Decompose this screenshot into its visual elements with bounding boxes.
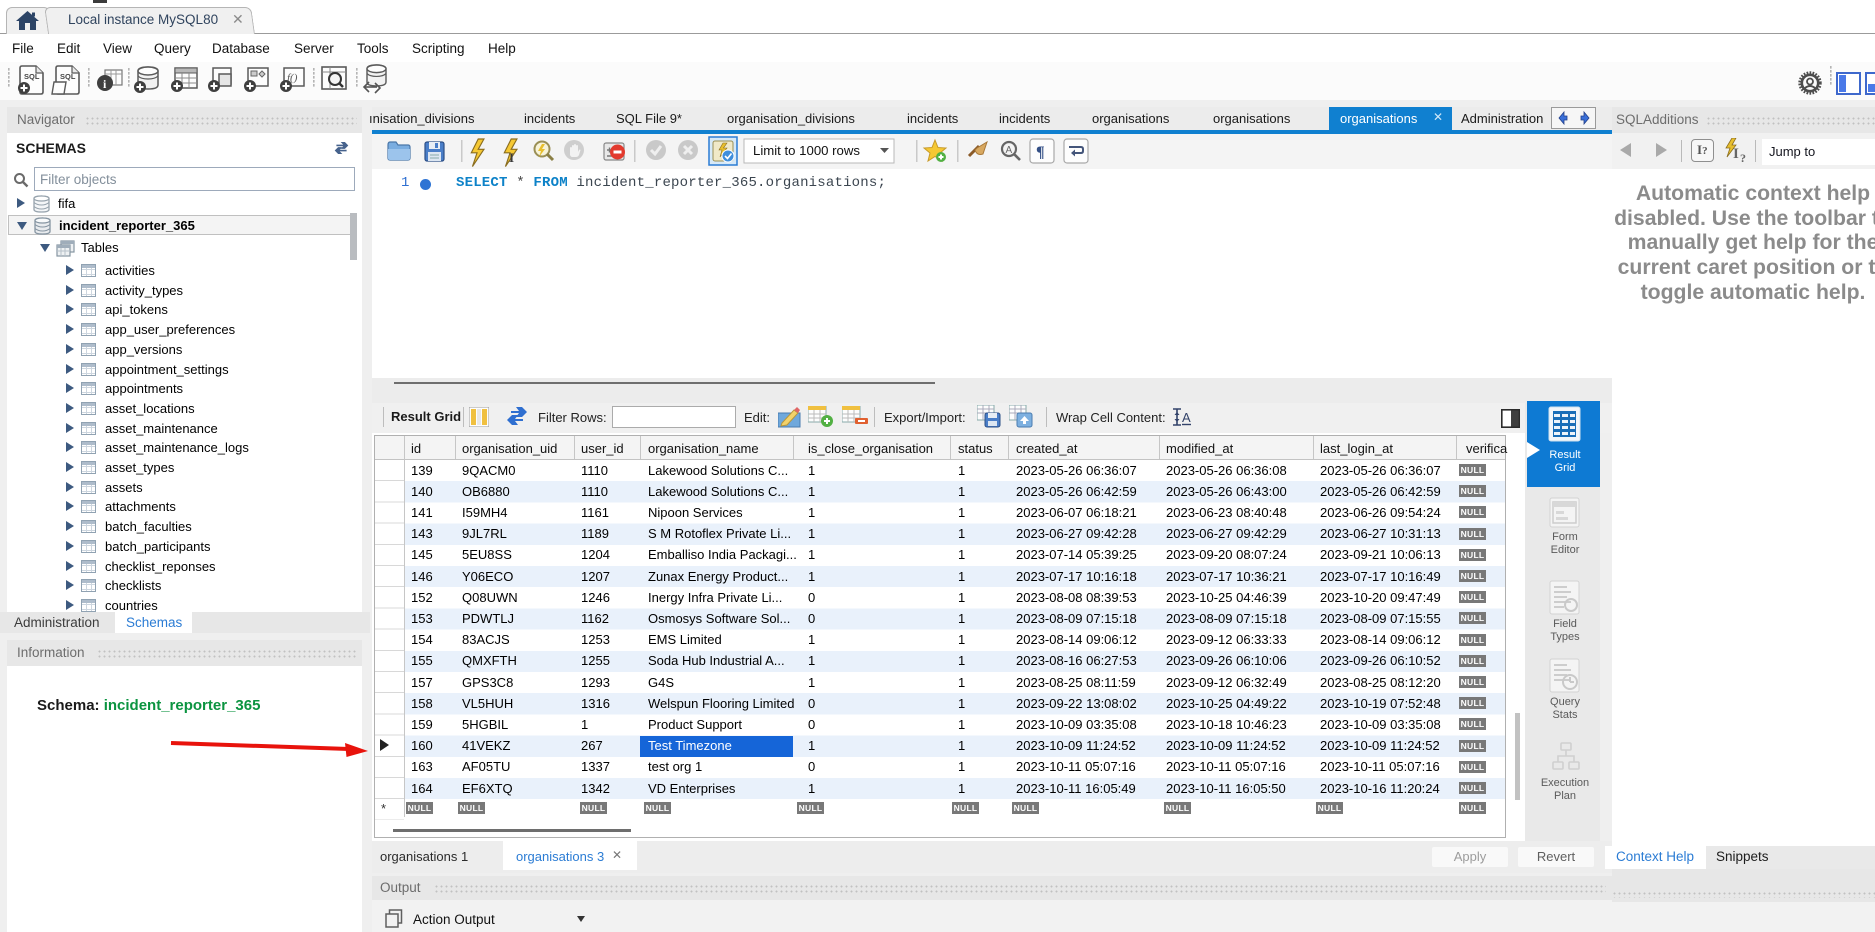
svg-text:¶: ¶	[1036, 144, 1045, 161]
svg-text:A: A	[1006, 145, 1013, 156]
svg-text:Limit to 1000 rows: Limit to 1000 rows	[753, 143, 860, 158]
svg-text:?: ?	[1740, 151, 1746, 164]
svg-text:I: I	[509, 150, 514, 165]
svg-text:I: I	[1733, 146, 1739, 162]
svg-text:A: A	[1182, 410, 1191, 425]
